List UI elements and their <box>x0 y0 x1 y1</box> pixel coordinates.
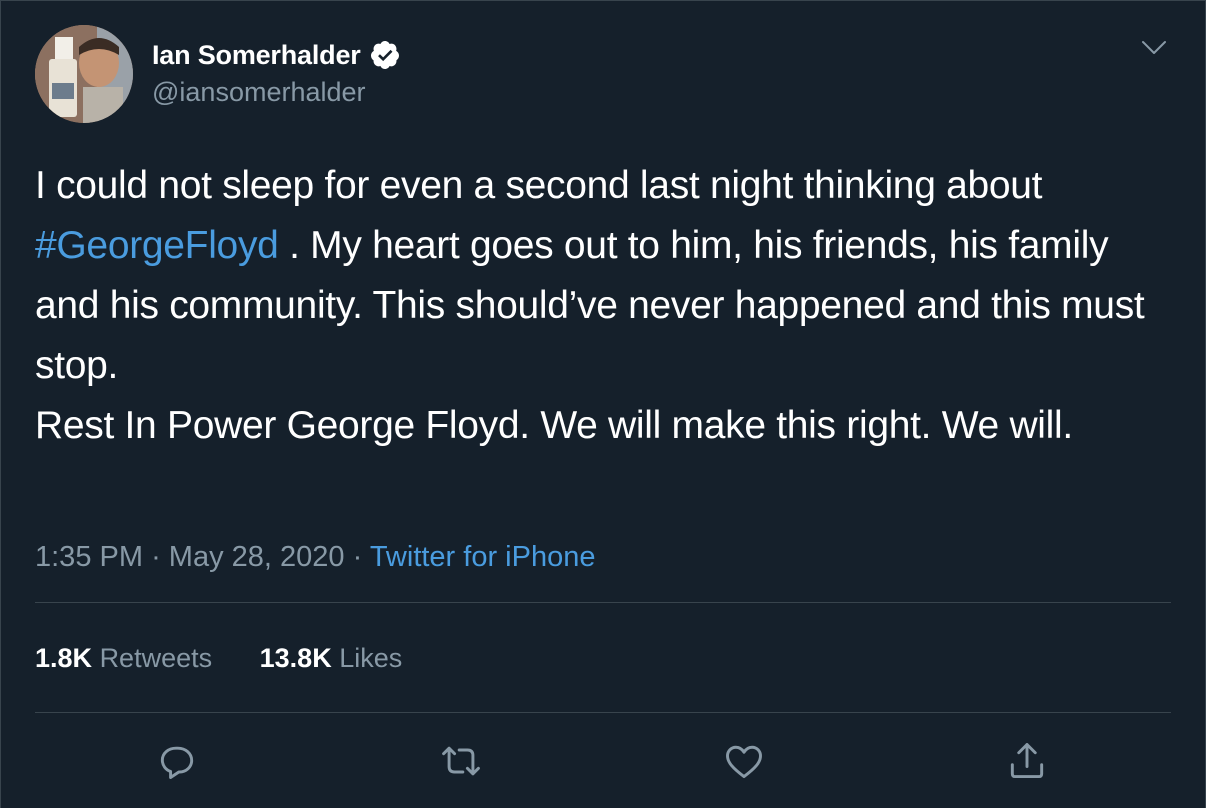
meta-separator: · <box>151 541 161 573</box>
tweet-date[interactable]: May 28, 2020 <box>169 541 345 573</box>
hashtag-link[interactable]: #GeorgeFloyd <box>35 224 279 267</box>
chevron-down-icon[interactable] <box>1141 39 1167 57</box>
tweet-meta: 1:35 PM · May 28, 2020 · Twitter for iPh… <box>35 541 595 574</box>
author-display-name[interactable]: Ian Somerhalder <box>152 40 361 71</box>
tweet-text: I could not sleep for even a second last… <box>35 156 1165 456</box>
avatar[interactable] <box>35 25 133 123</box>
name-row: Ian Somerhalder <box>152 35 401 75</box>
tweet-text-part: Rest In Power George Floyd. We will make… <box>35 404 1073 447</box>
author-handle[interactable]: @iansomerhalder <box>152 77 401 108</box>
tweet-actions <box>1 739 1206 789</box>
retweet-icon[interactable] <box>439 739 483 783</box>
divider <box>35 602 1171 603</box>
tweet-source-link[interactable]: Twitter for iPhone <box>370 541 596 573</box>
likes-stat[interactable]: 13.8K Likes <box>260 643 403 674</box>
heart-icon[interactable] <box>722 739 766 783</box>
avatar-photo <box>35 25 133 123</box>
retweets-label: Retweets <box>99 643 213 673</box>
likes-label: Likes <box>339 643 403 673</box>
tweet-stats: 1.8K Retweets 13.8K Likes <box>35 643 442 674</box>
tweet-text-part: I could not sleep for even a second last… <box>35 164 1043 207</box>
tweet-header: Ian Somerhalder @iansomerhalder <box>152 35 401 108</box>
likes-count: 13.8K <box>259 643 332 673</box>
share-icon[interactable] <box>1005 739 1049 783</box>
meta-separator: · <box>352 541 363 573</box>
verified-badge-icon <box>369 39 401 71</box>
tweet-card: Ian Somerhalder @iansomerhalder I could … <box>0 0 1206 808</box>
tweet-time[interactable]: 1:35 PM <box>35 541 143 573</box>
retweets-count: 1.8K <box>35 643 93 673</box>
reply-icon[interactable] <box>155 739 199 783</box>
divider <box>35 712 1171 713</box>
retweets-stat[interactable]: 1.8K Retweets <box>35 643 212 674</box>
